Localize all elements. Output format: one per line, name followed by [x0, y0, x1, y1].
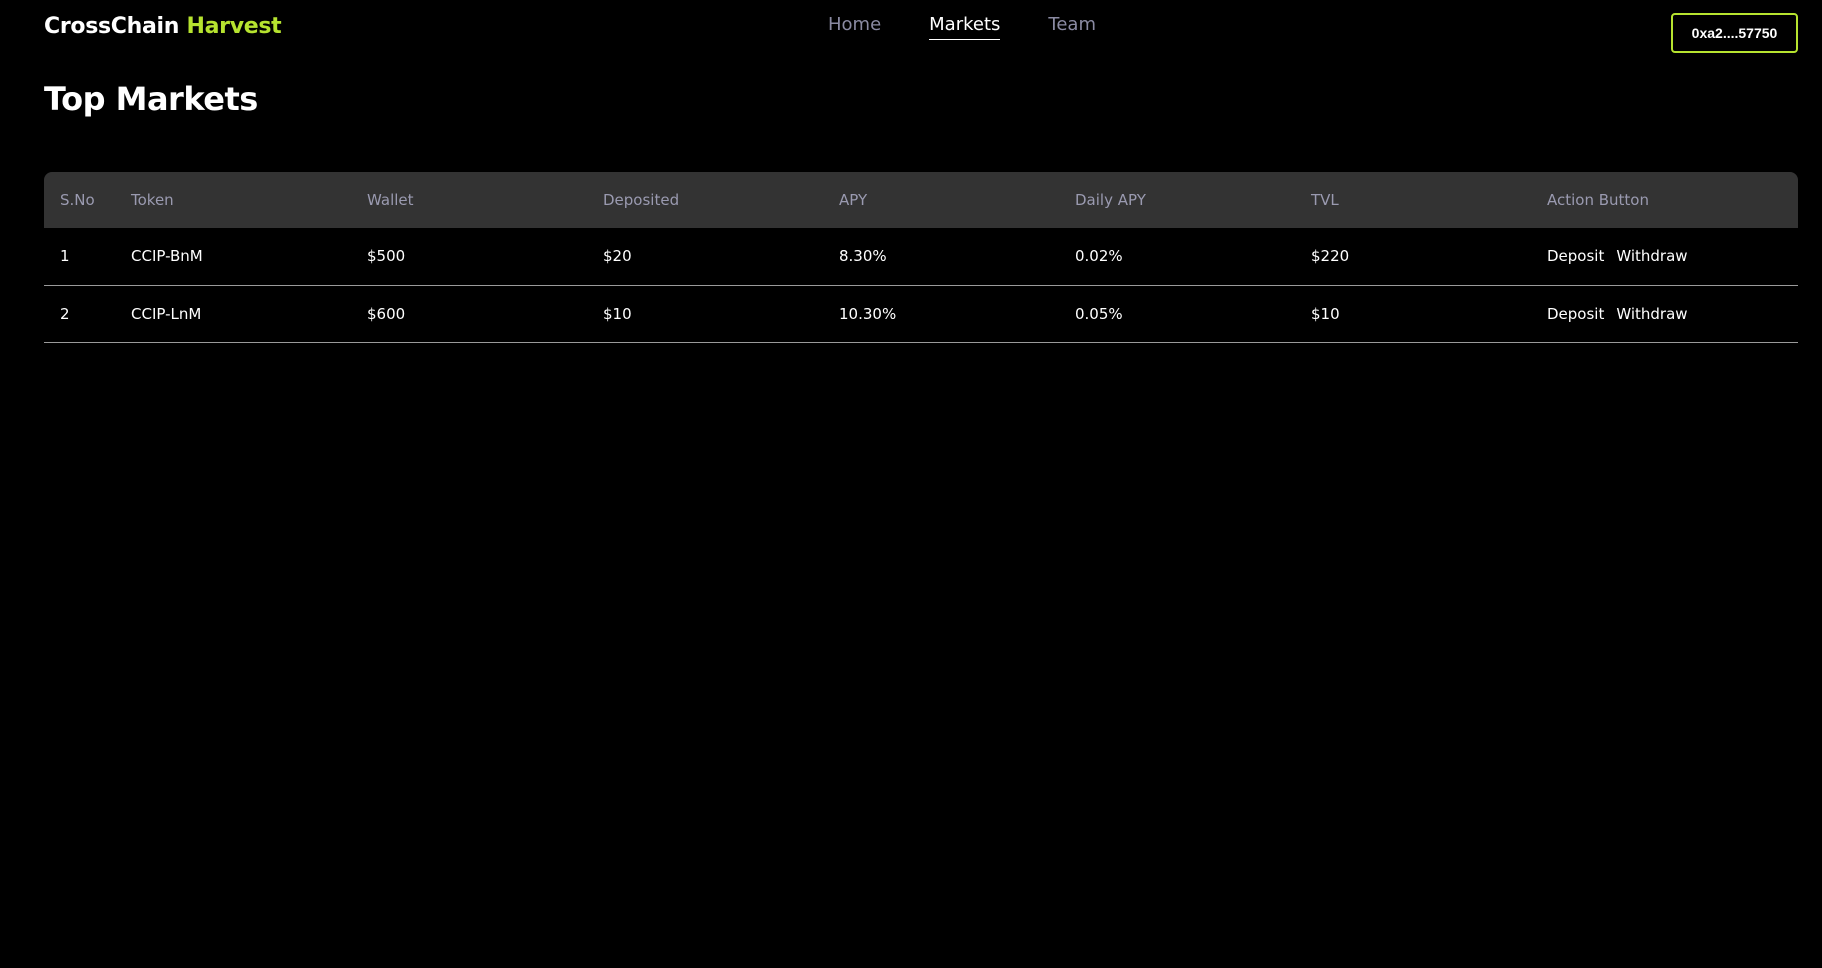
- wallet-address-button[interactable]: 0xa2....57750: [1671, 13, 1798, 53]
- cell-token: CCIP-BnM: [131, 228, 367, 286]
- cell-tvl: $220: [1311, 228, 1547, 286]
- nav-link-home[interactable]: Home: [828, 14, 881, 40]
- cell-actions: Deposit Withdraw: [1547, 228, 1798, 286]
- cell-daily-apy: 0.02%: [1075, 228, 1311, 286]
- cell-actions: Deposit Withdraw: [1547, 285, 1798, 343]
- nav-link-markets[interactable]: Markets: [929, 14, 1001, 40]
- deposit-button[interactable]: Deposit: [1547, 247, 1604, 265]
- deposit-button[interactable]: Deposit: [1547, 305, 1604, 323]
- column-header-action: Action Button: [1547, 191, 1649, 209]
- cell-deposited: $10: [603, 285, 839, 343]
- column-header-daily-apy: Daily APY: [1075, 191, 1146, 209]
- table-header: S.No Token Wallet Deposited APY Daily AP…: [44, 172, 1798, 228]
- table-row: 1 CCIP-BnM $500 $20 8.30% 0.02% $220 Dep…: [44, 228, 1798, 286]
- cell-deposited: $20: [603, 228, 839, 286]
- markets-table: S.No Token Wallet Deposited APY Daily AP…: [44, 172, 1798, 343]
- brand-name-accent: Harvest: [186, 14, 282, 39]
- nav-link-team[interactable]: Team: [1048, 14, 1096, 40]
- cell-wallet: $600: [367, 285, 603, 343]
- cell-sno: 2: [44, 285, 131, 343]
- column-header-deposited: Deposited: [603, 191, 680, 209]
- cell-apy: 8.30%: [839, 228, 1075, 286]
- cell-token: CCIP-LnM: [131, 285, 367, 343]
- column-header-apy: APY: [839, 191, 868, 209]
- table-header-row: S.No Token Wallet Deposited APY Daily AP…: [44, 172, 1798, 228]
- column-header-sno: S.No: [60, 191, 95, 209]
- markets-table-container: S.No Token Wallet Deposited APY Daily AP…: [44, 172, 1798, 343]
- cell-daily-apy: 0.05%: [1075, 285, 1311, 343]
- main-nav: Home Markets Team: [828, 14, 1096, 40]
- table-body: 1 CCIP-BnM $500 $20 8.30% 0.02% $220 Dep…: [44, 228, 1798, 343]
- brand-name-primary: CrossChain: [44, 14, 180, 39]
- withdraw-button[interactable]: Withdraw: [1616, 305, 1687, 323]
- column-header-token: Token: [131, 191, 174, 209]
- cell-tvl: $10: [1311, 285, 1547, 343]
- cell-apy: 10.30%: [839, 285, 1075, 343]
- page-title: Top Markets: [44, 80, 258, 118]
- withdraw-button[interactable]: Withdraw: [1616, 247, 1687, 265]
- column-header-wallet: Wallet: [367, 191, 414, 209]
- cell-wallet: $500: [367, 228, 603, 286]
- cell-sno: 1: [44, 228, 131, 286]
- table-row: 2 CCIP-LnM $600 $10 10.30% 0.05% $10 Dep…: [44, 285, 1798, 343]
- top-navbar: CrossChain Harvest Home Markets Team 0xa…: [0, 0, 1822, 64]
- brand-logo[interactable]: CrossChain Harvest: [44, 14, 282, 39]
- column-header-tvl: TVL: [1311, 191, 1339, 209]
